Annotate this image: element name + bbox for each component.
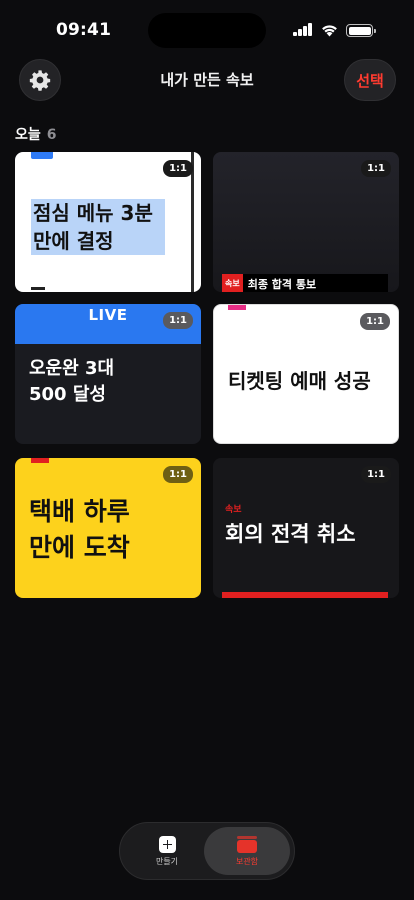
wifi-icon <box>322 25 337 37</box>
news-card[interactable]: 1:1 티켓팅 예매 성공 <box>213 304 399 444</box>
ratio-badge: 1:1 <box>360 313 390 330</box>
section-title: 오늘 <box>15 127 41 143</box>
card-headline: 회의 전격 취소 <box>225 522 356 546</box>
news-card[interactable]: 점심 메뉴 3분 만에 결정 1:1 <box>15 152 201 292</box>
caption-text: 최종 합격 통보 <box>247 277 317 291</box>
tab-create-label: 만들기 <box>155 856 179 866</box>
card-footer-mark <box>31 287 45 290</box>
breaking-caption-bar: 속보 최종 합격 통보 <box>222 274 388 292</box>
card-headline-line: 만에 결정 <box>33 229 114 253</box>
tab-archive[interactable]: 보관함 <box>204 827 290 875</box>
card-kicker: 속보 <box>225 505 242 515</box>
ratio-badge: 1:1 <box>163 312 193 329</box>
select-button[interactable]: 선택 <box>344 59 396 101</box>
section-count: 6 <box>46 127 57 143</box>
tab-bar: 만들기 보관함 <box>119 822 295 880</box>
news-card[interactable]: 1:1 속보 회의 전격 취소 <box>213 458 399 598</box>
status-time: 09:41 <box>56 20 112 40</box>
news-card[interactable]: LIVE 1:1 오운완 3대 500 달성 <box>15 304 201 444</box>
news-card[interactable]: 1:1 속보 최종 합격 통보 <box>213 152 399 292</box>
card-headline-line: 택배 하루 <box>29 497 130 526</box>
card-tag <box>228 305 246 310</box>
news-card[interactable]: 1:1 택배 하루 만에 도착 <box>15 458 201 598</box>
section-header: 오늘 6 <box>15 124 57 144</box>
cellular-signal-icon <box>293 23 313 36</box>
breaking-bottom-bar <box>222 592 388 598</box>
plus-square-icon <box>158 835 176 853</box>
card-headline: 점심 메뉴 3분 만에 결정 <box>31 199 165 255</box>
card-tag <box>31 152 53 159</box>
ratio-badge: 1:1 <box>163 466 193 483</box>
battery-icon <box>346 24 376 37</box>
tab-archive-label: 보관함 <box>235 856 259 866</box>
card-headline-line: 500 달성 <box>29 384 106 405</box>
card-tag <box>31 458 49 463</box>
archive-box-icon <box>237 835 257 853</box>
ratio-badge: 1:1 <box>361 466 391 483</box>
dynamic-island <box>148 13 266 48</box>
card-headline: 티켓팅 예매 성공 <box>228 369 371 393</box>
card-headline-line: 오운완 3대 <box>29 358 115 379</box>
ratio-badge: 1:1 <box>163 160 193 177</box>
card-headline-line: 점심 메뉴 3분 <box>33 201 153 225</box>
tab-create[interactable]: 만들기 <box>124 827 210 875</box>
card-headline: 택배 하루 만에 도착 <box>29 494 130 566</box>
card-headline: 오운완 3대 500 달성 <box>29 356 114 408</box>
card-headline-line: 만에 도착 <box>29 533 130 562</box>
breaking-tag: 속보 <box>222 274 243 292</box>
status-bar: 09:41 <box>0 0 414 60</box>
ratio-badge: 1:1 <box>361 160 391 177</box>
